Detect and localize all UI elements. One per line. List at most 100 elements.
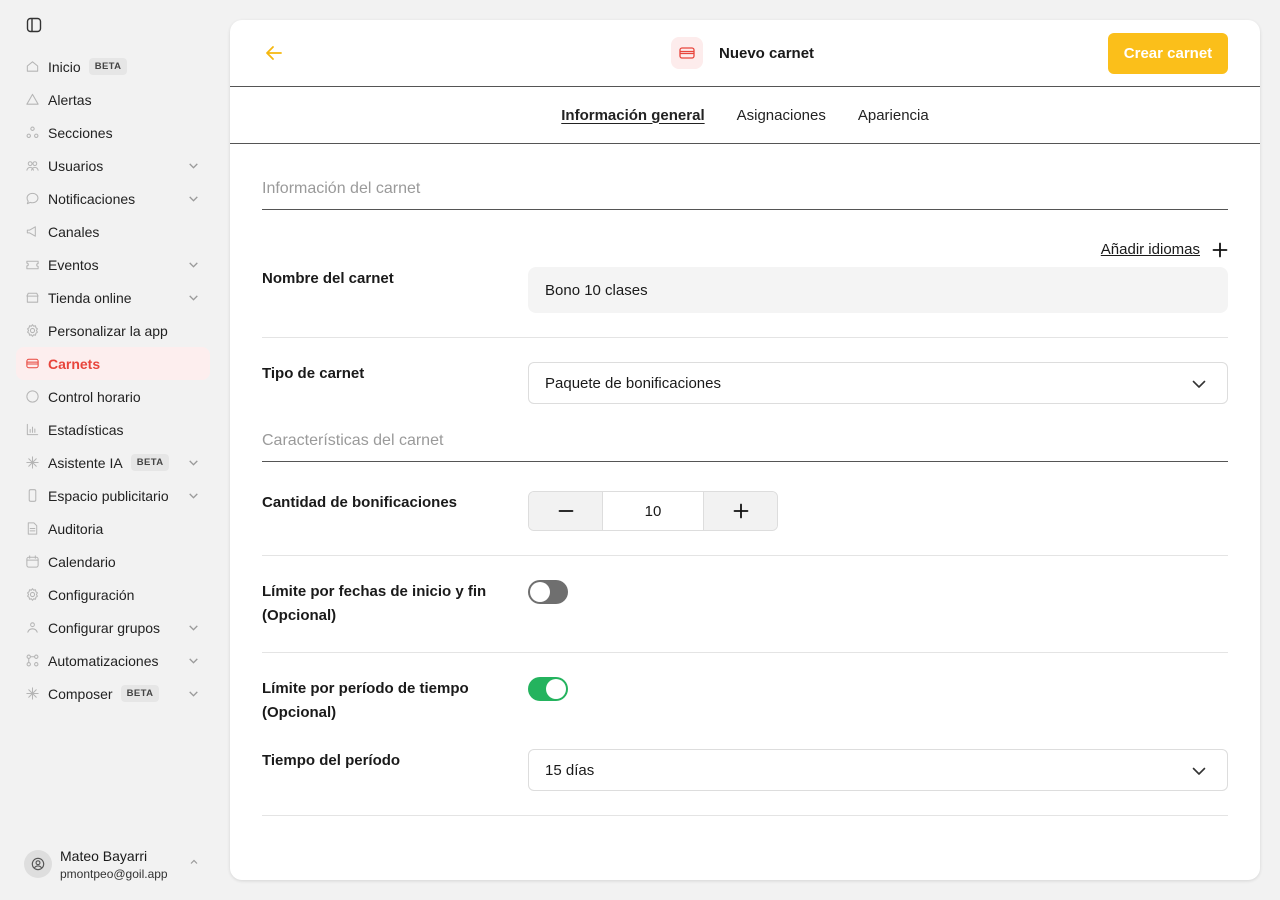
- sidebar-item-carnets[interactable]: Carnets: [16, 347, 210, 380]
- sidebar-toggle-icon[interactable]: [26, 17, 42, 33]
- top-bar: Nuevo carnet Crear carnet: [230, 20, 1260, 87]
- sidebar-item-automatizaciones[interactable]: Automatizaciones: [16, 644, 210, 677]
- alert-icon: [24, 92, 40, 108]
- chevron-down-icon: [187, 291, 200, 304]
- card-type-value: Paquete de bonificaciones: [545, 374, 721, 392]
- increment-button[interactable]: [704, 492, 777, 530]
- sidebar-item-canales[interactable]: Canales: [16, 215, 210, 248]
- megaphone-icon: [24, 224, 40, 240]
- tab-general-info[interactable]: Información general: [561, 107, 704, 124]
- minus-icon: [558, 510, 573, 512]
- chevron-down-icon: [187, 456, 200, 469]
- home-icon: [24, 59, 40, 75]
- sidebar-item-notificaciones[interactable]: Notificaciones: [16, 182, 210, 215]
- tab-bar: Información general Asignaciones Aparien…: [230, 87, 1260, 144]
- page-title-group: Nuevo carnet: [671, 37, 814, 69]
- automation-icon: [24, 653, 40, 669]
- sidebar-item-calendario[interactable]: Calendario: [16, 545, 210, 578]
- user-profile[interactable]: Mateo Bayarri pmontpeo@goil.app: [24, 844, 210, 884]
- beta-badge: BETA: [130, 454, 170, 471]
- sidebar-item-usuarios[interactable]: Usuarios: [16, 149, 210, 182]
- chevron-down-icon: [187, 258, 200, 271]
- clock-icon: [24, 389, 40, 405]
- sidebar-item-label: Secciones: [48, 124, 113, 141]
- quantity-stepper: 10: [528, 491, 778, 531]
- sidebar-nav: Inicio BETA Alertas Secciones Usuarios Notifi…: [16, 50, 210, 710]
- gear-icon: [24, 587, 40, 603]
- sidebar-item-tienda-online[interactable]: Tienda online: [16, 281, 210, 314]
- sidebar-item-asistente-ia[interactable]: Asistente IA BETA: [16, 446, 210, 479]
- card-name-input[interactable]: Bono 10 clases: [528, 267, 1228, 313]
- sidebar-item-label: Alertas: [48, 91, 92, 108]
- sidebar-item-alertas[interactable]: Alertas: [16, 83, 210, 116]
- quantity-value[interactable]: 10: [602, 492, 704, 530]
- sidebar-item-configurar-grupos[interactable]: Configurar grupos: [16, 611, 210, 644]
- section-title-info: Información del carnet: [262, 180, 1228, 210]
- sidebar-item-auditoria[interactable]: Auditoria: [16, 512, 210, 545]
- period-time-select[interactable]: 15 días: [528, 749, 1228, 791]
- divider: [262, 652, 1228, 653]
- page-title: Nuevo carnet: [719, 44, 815, 62]
- chevron-down-icon: [187, 192, 200, 205]
- sidebar-item-label: Inicio: [48, 58, 81, 75]
- period-time-value: 15 días: [545, 761, 595, 779]
- sidebar-item-label: Espacio publicitario: [48, 487, 169, 504]
- create-card-button[interactable]: Crear carnet: [1108, 33, 1228, 74]
- date-limit-toggle[interactable]: [528, 580, 568, 604]
- sidebar-item-label: Automatizaciones: [48, 652, 159, 669]
- chevron-down-icon: [1191, 376, 1207, 392]
- gear-icon: [24, 323, 40, 339]
- phone-icon: [24, 488, 40, 504]
- sidebar: Inicio BETA Alertas Secciones Usuarios Notifi…: [0, 0, 218, 900]
- document-icon: [24, 521, 40, 537]
- sidebar-item-personalizar-la-app[interactable]: Personalizar la app: [16, 314, 210, 347]
- sidebar-item-inicio[interactable]: Inicio BETA: [16, 50, 210, 83]
- chevron-down-icon: [1191, 763, 1207, 779]
- sidebar-item-configuracion[interactable]: Configuración: [16, 578, 210, 611]
- group-icon: [24, 620, 40, 636]
- calendar-icon: [24, 554, 40, 570]
- tab-appearance[interactable]: Apariencia: [858, 107, 929, 124]
- sidebar-item-label: Canales: [48, 223, 100, 240]
- card-icon: [24, 356, 40, 372]
- avatar: [24, 850, 52, 878]
- tab-assignments[interactable]: Asignaciones: [737, 107, 826, 124]
- sidebar-item-secciones[interactable]: Secciones: [16, 116, 210, 149]
- beta-badge: BETA: [120, 685, 160, 702]
- chevron-down-icon: [187, 687, 200, 700]
- date-limit-label: Límite por fechas de inicio y fin (Opcio…: [262, 583, 487, 624]
- sidebar-item-label: Control horario: [48, 388, 141, 405]
- add-languages-link[interactable]: Añadir idiomas: [1101, 241, 1228, 258]
- chevron-down-icon: [187, 654, 200, 667]
- sidebar-item-estadisticas[interactable]: Estadísticas: [16, 413, 210, 446]
- sidebar-item-label: Composer: [48, 685, 113, 702]
- user-email: pmontpeo@goil.app: [60, 866, 168, 881]
- beta-badge: BETA: [88, 58, 128, 75]
- divider: [262, 337, 1228, 338]
- sidebar-item-label: Eventos: [48, 256, 99, 273]
- sidebar-item-label: Estadísticas: [48, 421, 124, 438]
- card-type-select[interactable]: Paquete de bonificaciones: [528, 362, 1228, 404]
- sidebar-item-label: Notificaciones: [48, 190, 136, 207]
- sidebar-item-eventos[interactable]: Eventos: [16, 248, 210, 281]
- period-time-label: Tiempo del período: [262, 752, 401, 769]
- sidebar-item-control-horario[interactable]: Control horario: [16, 380, 210, 413]
- card-icon: [671, 37, 703, 69]
- decrement-button[interactable]: [529, 492, 602, 530]
- sparkle-icon: [24, 455, 40, 471]
- main-panel: Nuevo carnet Crear carnet Información ge…: [230, 20, 1260, 880]
- back-arrow-icon[interactable]: [264, 43, 284, 63]
- user-name: Mateo Bayarri: [60, 847, 148, 864]
- quantity-label: Cantidad de bonificaciones: [262, 494, 458, 511]
- card-name-label: Nombre del carnet: [262, 270, 394, 287]
- sidebar-item-composer[interactable]: Composer BETA: [16, 677, 210, 710]
- toggle-knob: [530, 582, 550, 602]
- toggle-knob: [546, 679, 566, 699]
- sections-icon: [24, 125, 40, 141]
- period-limit-toggle[interactable]: [528, 677, 568, 701]
- sidebar-item-espacio-publicitario[interactable]: Espacio publicitario: [16, 479, 210, 512]
- sidebar-item-label: Tienda online: [48, 289, 132, 306]
- chevron-down-icon: [187, 621, 200, 634]
- sidebar-item-label: Carnets: [48, 355, 101, 372]
- sidebar-item-label: Asistente IA: [48, 454, 123, 471]
